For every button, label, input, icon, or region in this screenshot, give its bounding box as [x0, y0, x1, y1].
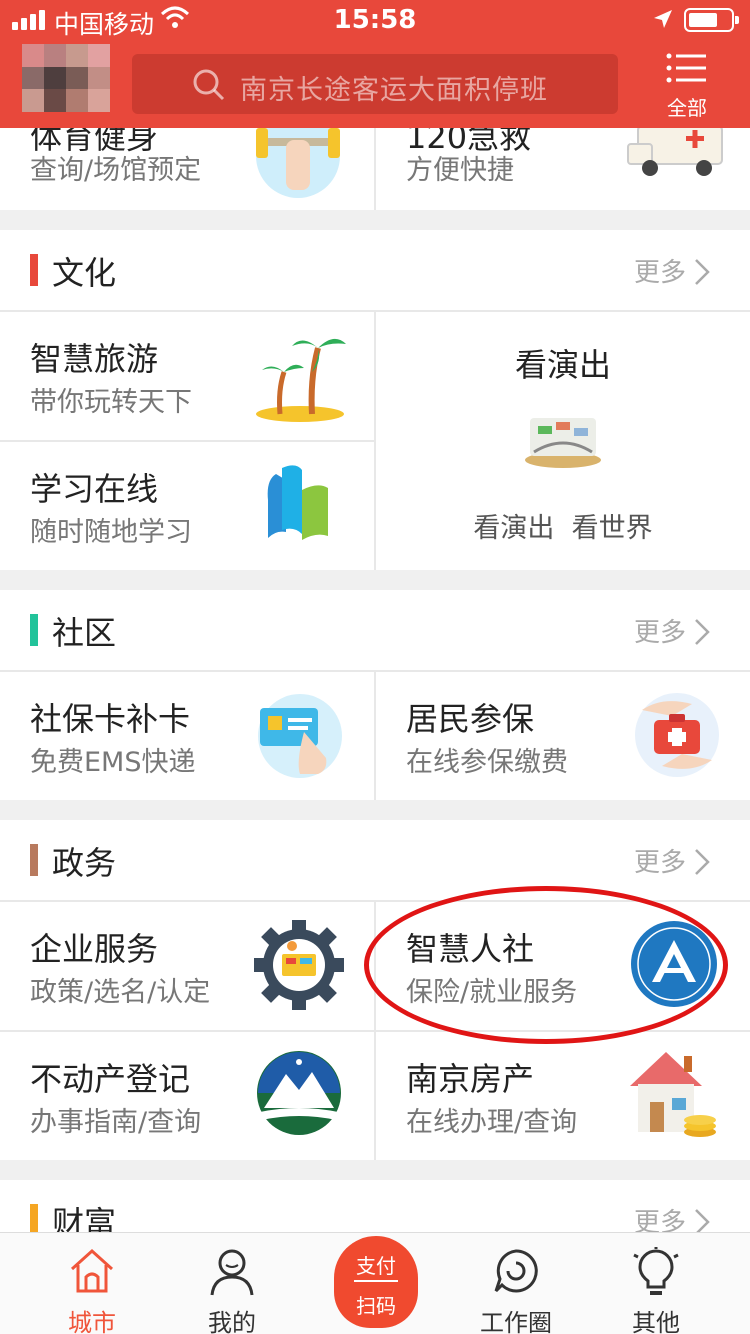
more-link[interactable]: 更多	[634, 612, 686, 649]
highlight-circle	[364, 886, 728, 1044]
search-bar[interactable]: 南京长途客运大面积停班	[132, 54, 618, 114]
pay-scan-button[interactable]: 支付 扫码	[334, 1236, 418, 1328]
service-resident-insurance[interactable]: 居民参保 在线参保缴费	[376, 672, 750, 800]
section-title: 社区	[52, 614, 117, 652]
service-title: 居民参保	[406, 700, 535, 738]
content: 体育健身 查询/场馆预定 120急救 方便快捷 文化 更多 智慧旅游 带你玩转天…	[0, 0, 750, 1334]
ambulance-icon	[627, 125, 723, 176]
tab-label: 我的	[208, 1309, 256, 1334]
service-subtitle: 政策/选名/认定	[30, 977, 211, 1008]
service-title: 智慧旅游	[30, 340, 159, 378]
service-subtitle: 方便快捷	[406, 155, 514, 186]
section-accent-bar	[30, 614, 38, 646]
tab-work-circle[interactable]: 工作圈	[446, 1233, 586, 1334]
list-icon	[666, 53, 706, 83]
service-social-card-reissue[interactable]: 社保卡补卡 免费EMS快递	[0, 672, 374, 800]
tab-city[interactable]: 城市	[22, 1233, 162, 1334]
service-real-estate-registration[interactable]: 不动产登记 办事指南/查询	[0, 1032, 374, 1160]
section-header-culture: 文化 更多	[0, 230, 750, 310]
section-header-gov: 政务 更多	[0, 820, 750, 900]
mountain-logo-icon	[257, 1051, 341, 1135]
section-accent-bar	[30, 844, 38, 876]
service-subtitle: 在线参保缴费	[406, 747, 568, 778]
service-subtitle: 随时随地学习	[30, 517, 192, 548]
battery-icon	[684, 8, 739, 32]
service-study-online[interactable]: 学习在线 随时随地学习	[0, 442, 374, 570]
service-subtitle: 带你玩转天下	[30, 387, 192, 418]
tab-mine[interactable]: 我的	[162, 1233, 302, 1334]
pay-label: 支付	[356, 1254, 396, 1278]
home-icon	[70, 1248, 114, 1293]
search-icon	[193, 69, 225, 101]
concert-venue-icon	[525, 418, 601, 468]
service-title: 南京房产	[406, 1060, 535, 1098]
service-subtitle: 在线办理/查询	[406, 1107, 578, 1138]
search-placeholder: 南京长途客运大面积停班	[240, 75, 548, 106]
section-accent-bar	[30, 254, 38, 286]
service-subtitle: 看演出 看世界	[473, 513, 653, 544]
palm-tree-icon	[256, 338, 346, 422]
section-title: 政务	[52, 844, 117, 882]
more-link[interactable]: 更多	[634, 252, 686, 289]
service-title: 不动产登记	[30, 1060, 191, 1098]
service-title: 社保卡补卡	[30, 700, 191, 738]
tab-label: 工作圈	[480, 1309, 552, 1334]
all-menu-button[interactable]: 全部	[652, 50, 722, 120]
medical-kit-icon	[635, 693, 719, 777]
status-time: 15:58	[333, 5, 417, 35]
service-title: 看演出	[514, 346, 611, 384]
section-header-community: 社区 更多	[0, 590, 750, 670]
service-shows[interactable]: 看演出 看演出 看世界	[376, 312, 750, 570]
service-subtitle: 办事指南/查询	[30, 1107, 202, 1138]
service-enterprise[interactable]: 企业服务 政策/选名/认定	[0, 902, 374, 1030]
location-arrow-icon	[654, 10, 672, 28]
chevron-right-icon	[695, 849, 710, 875]
gear-icon	[254, 920, 344, 1010]
section-title: 文化	[52, 254, 117, 292]
tab-label: 其他	[632, 1309, 680, 1334]
more-link[interactable]: 更多	[634, 842, 686, 879]
service-smart-travel[interactable]: 智慧旅游 带你玩转天下	[0, 312, 374, 440]
service-subtitle: 查询/场馆预定	[30, 155, 202, 186]
books-icon	[267, 465, 328, 540]
lightbulb-icon	[633, 1247, 679, 1295]
app-header: 中国移动 15:58 南京长途客运大面积停班 全部	[0, 0, 750, 128]
house-icon	[630, 1052, 716, 1137]
scan-label: 扫码	[356, 1294, 396, 1318]
service-title: 企业服务	[30, 930, 159, 968]
status-bar: 中国移动 15:58	[0, 0, 750, 40]
chevron-right-icon	[695, 259, 710, 285]
menu-label: 全部	[667, 96, 707, 120]
chevron-right-icon	[695, 619, 710, 645]
tab-other[interactable]: 其他	[586, 1233, 726, 1334]
card-icon	[258, 694, 342, 778]
service-title: 学习在线	[30, 470, 159, 508]
chat-bubble-icon	[494, 1249, 538, 1293]
avatar[interactable]	[22, 44, 110, 113]
user-icon	[210, 1249, 254, 1296]
divider	[354, 1280, 398, 1282]
tab-label: 城市	[68, 1309, 116, 1334]
service-nanjing-housing[interactable]: 南京房产 在线办理/查询	[376, 1032, 750, 1160]
service-subtitle: 免费EMS快递	[30, 747, 196, 778]
